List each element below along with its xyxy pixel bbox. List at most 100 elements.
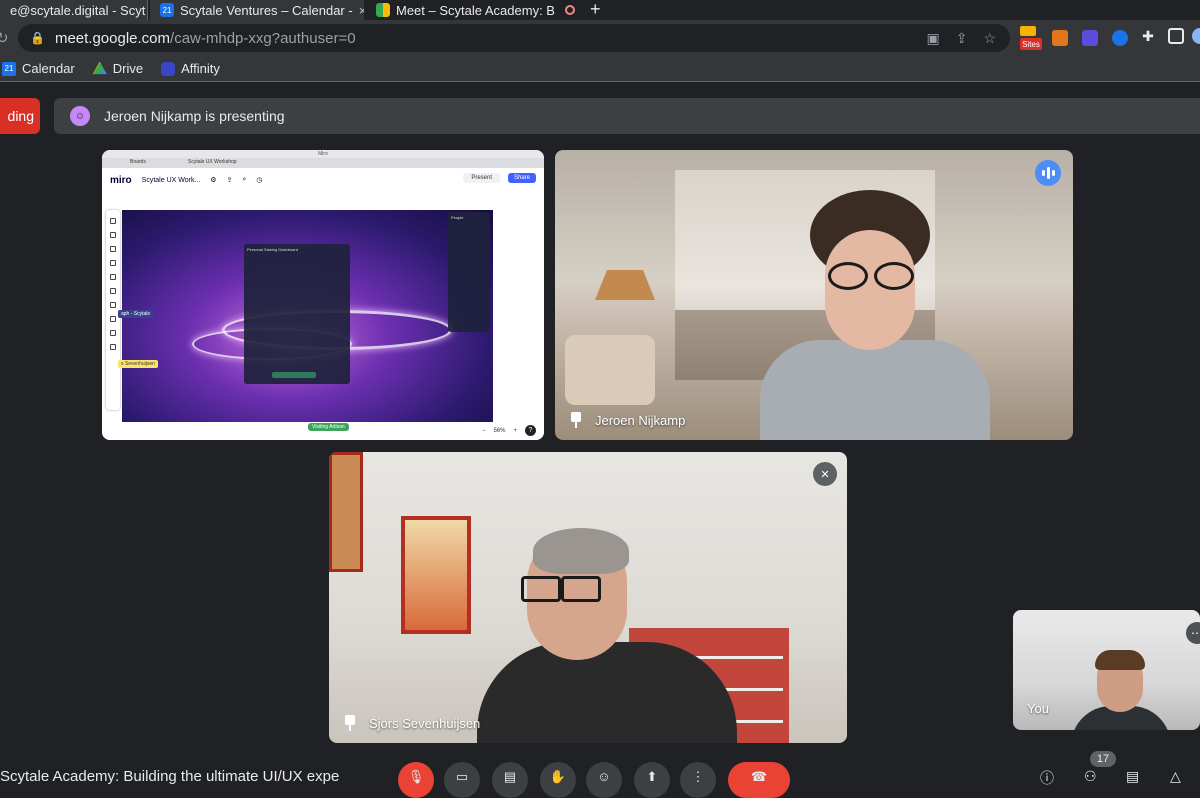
miro-logo: miro xyxy=(110,174,132,186)
puzzle-icon[interactable]: ✚ xyxy=(1140,28,1156,44)
zoom-out-icon: − xyxy=(481,427,486,434)
recording-indicator[interactable]: ding xyxy=(0,98,40,134)
participant-name: Sjors Sevenhuijsen xyxy=(343,715,480,731)
panel-button xyxy=(272,372,316,378)
presenting-banner: ☺ Jeroen Nijkamp is presenting xyxy=(54,98,1200,134)
recording-icon xyxy=(564,5,575,15)
extension-icon[interactable] xyxy=(1082,30,1098,46)
participant-video xyxy=(477,528,737,743)
sidepanel-icon[interactable] xyxy=(1168,28,1184,44)
mic-off-button[interactable]: 🎙 xyxy=(398,762,434,798)
bookmark-calendar[interactable]: 21 Calendar xyxy=(2,61,75,76)
miro-board-name: Scytale UX Work... xyxy=(141,176,201,184)
bookmark-affinity[interactable]: Affinity xyxy=(161,61,220,76)
zoom-in-icon: + xyxy=(513,427,517,434)
people-title: People xyxy=(451,215,464,220)
bookmarks-bar: 21 Calendar Drive Affinity xyxy=(0,56,1200,82)
camera-icon[interactable]: ▣ xyxy=(926,30,939,47)
lock-icon[interactable]: 🔒 xyxy=(30,31,45,45)
bookmark-label: Affinity xyxy=(181,61,220,76)
bookmark-star-icon[interactable]: ☆ xyxy=(983,30,996,47)
chair-graphic xyxy=(565,335,655,405)
reactions-button[interactable]: ☺ xyxy=(586,762,622,798)
tab-meet[interactable]: Meet – Scytale Academy: B × xyxy=(366,0,580,20)
help-icon: ? xyxy=(525,425,536,436)
gear-icon: ⚙ xyxy=(210,177,217,184)
people-icon[interactable]: ⚇ xyxy=(1084,768,1097,785)
participant-name: Jeroen Nijkamp xyxy=(569,412,685,428)
participant-label: Sjors Sevenhuijsen xyxy=(369,715,481,731)
zoom-level: 56% xyxy=(493,427,506,434)
miro-toolbar: miro Scytale UX Work... ⚙ ⇪ ⌕ ◷ Present … xyxy=(102,168,544,192)
miro-dashboard-panel: Personal Staking Dashboard xyxy=(244,244,350,384)
pin-icon[interactable] xyxy=(343,715,357,731)
self-view-tile[interactable]: ⋯ You xyxy=(1013,610,1200,730)
presenting-text: Jeroen Nijkamp is presenting xyxy=(104,108,285,124)
miro-present: Present xyxy=(463,173,500,183)
info-icon[interactable]: ⓘ xyxy=(1040,768,1054,788)
meeting-title: Scytale Academy: Building the ultimate U… xyxy=(0,768,340,785)
tab-calendar[interactable]: 21 Scytale Ventures – Calendar - × xyxy=(150,0,364,20)
more-options-button[interactable]: ⋮ xyxy=(680,762,716,798)
miro-tab: Scytale UX Workshop xyxy=(188,159,237,165)
pin-icon[interactable] xyxy=(569,412,583,428)
captions-button[interactable]: ▤ xyxy=(492,762,528,798)
participant-count-badge: 17 xyxy=(1090,751,1116,767)
participant-video xyxy=(760,190,990,440)
panel-title: Personal Staking Dashboard xyxy=(247,247,298,252)
address-bar[interactable]: 🔒 meet.google.com /caw-mhdp-xxg?authuser… xyxy=(18,24,1010,52)
miro-zoom-controls: − 56% + ? xyxy=(482,425,536,436)
tab-title: Scytale Ventures – Calendar - xyxy=(180,2,353,18)
tab-gmail[interactable]: e@scytale.digital - Scyt × xyxy=(0,0,148,20)
sites-badge-icon xyxy=(1020,26,1036,36)
participant-label: You xyxy=(1027,701,1049,716)
cursor-tag: s Sevenhuijsen xyxy=(118,360,158,368)
miro-bottom-bar: Visiting Artisan − 56% + ? xyxy=(102,422,544,440)
upload-icon: ⇪ xyxy=(226,177,233,184)
poster-graphic xyxy=(329,452,363,572)
miro-window-title: Miro xyxy=(102,150,544,158)
visiting-badge: Visiting Artisan xyxy=(308,423,349,431)
presentation-tile[interactable]: Miro Boards Scytale UX Workshop miro Scy… xyxy=(102,150,544,440)
miro-canvas: Personal Staking Dashboard People aph - … xyxy=(118,210,493,422)
participant-name: You xyxy=(1027,701,1049,716)
presenter-avatar: ☺ xyxy=(70,106,90,126)
url-path: /caw-mhdp-xxg?authuser=0 xyxy=(170,29,356,47)
timer-icon: ◷ xyxy=(256,177,263,184)
affinity-icon xyxy=(161,61,176,76)
bookmark-label: Drive xyxy=(112,61,144,76)
calendar-icon: 21 xyxy=(2,61,16,76)
camera-button[interactable]: ▭ xyxy=(444,762,480,798)
miro-people-panel: People xyxy=(448,212,490,332)
share-icon[interactable]: ⇪ xyxy=(956,30,968,47)
activities-icon[interactable]: △ xyxy=(1170,768,1181,785)
bookmark-drive[interactable]: Drive xyxy=(92,61,144,76)
lamp-graphic xyxy=(595,270,655,300)
reload-icon[interactable]: ↻ xyxy=(0,29,9,47)
more-options-icon[interactable]: ⋯ xyxy=(1186,622,1200,644)
meet-icon xyxy=(376,3,390,17)
sites-extension-icon[interactable]: Sites xyxy=(1020,38,1042,50)
new-tab-button[interactable]: + xyxy=(590,0,601,20)
tab-strip: e@scytale.digital - Scyt × 21 Scytale Ve… xyxy=(0,0,1200,20)
participant-tile-sjors[interactable]: ✕ Sjors Sevenhuijsen xyxy=(329,452,847,743)
bookmark-label: Calendar xyxy=(22,61,75,76)
miro-share: Share xyxy=(507,173,536,183)
tab-title: e@scytale.digital - Scyt xyxy=(10,2,146,18)
metamask-icon[interactable] xyxy=(1052,30,1068,46)
miro-tab: Boards xyxy=(130,159,146,165)
search-icon: ⌕ xyxy=(242,176,247,183)
toolbar: ↻ 🔒 meet.google.com /caw-mhdp-xxg?authus… xyxy=(0,20,1200,56)
profile-icon[interactable] xyxy=(1192,28,1200,44)
cursor-tag: aph - Scytale xyxy=(118,310,154,318)
chat-icon[interactable]: ▤ xyxy=(1126,768,1139,785)
present-button[interactable]: ⬆ xyxy=(634,762,670,798)
close-icon[interactable]: × xyxy=(359,3,364,18)
leave-call-button[interactable]: ☎ xyxy=(728,762,790,798)
poster-graphic xyxy=(401,516,471,634)
miro-tabs: Boards Scytale UX Workshop xyxy=(102,158,544,168)
participant-tile-jeroen[interactable]: Jeroen Nijkamp xyxy=(555,150,1073,440)
raise-hand-button[interactable]: ✋ xyxy=(540,762,576,798)
extension-icon[interactable] xyxy=(1112,30,1128,46)
tab-title: Meet – Scytale Academy: B xyxy=(396,2,555,18)
